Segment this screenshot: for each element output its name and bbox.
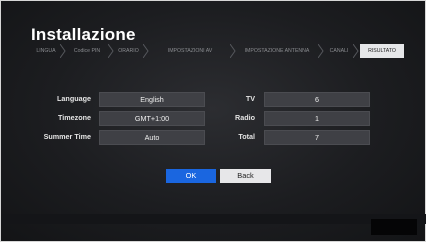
ok-button[interactable]: OK bbox=[166, 169, 216, 183]
step-separator-icon bbox=[353, 44, 359, 58]
tv-count: 6 bbox=[264, 92, 370, 107]
summer-time-value: Auto bbox=[99, 130, 205, 145]
step-orario: ORARIO bbox=[118, 48, 139, 54]
radio-label: Radio bbox=[235, 113, 255, 122]
step-lingua: LINGUA bbox=[36, 48, 56, 54]
total-count: 7 bbox=[264, 130, 370, 145]
timezone-label: Timezone bbox=[57, 113, 91, 122]
radio-count: 1 bbox=[264, 111, 370, 126]
summer-time-label: Summer Time bbox=[43, 132, 91, 141]
step-separator-icon bbox=[318, 44, 324, 58]
step-canali: CANALI bbox=[329, 48, 349, 54]
bottom-panel bbox=[371, 219, 417, 235]
page-title: Installazione bbox=[31, 25, 136, 44]
wizard-steps: LINGUA Codice PIN ORARIO IMPOSTAZIONI AV… bbox=[33, 44, 405, 58]
bottom-bar bbox=[2, 214, 426, 224]
step-codice-pin: Codice PIN bbox=[73, 48, 101, 54]
step-separator-icon bbox=[60, 44, 66, 58]
step-impostazione-antenna: IMPOSTAZIONE ANTENNA bbox=[244, 48, 310, 54]
language-label: Language bbox=[57, 94, 91, 103]
timezone-value: GMT+1:00 bbox=[99, 111, 205, 126]
total-label: Total bbox=[238, 132, 255, 141]
back-button[interactable]: Back bbox=[220, 169, 271, 183]
step-impostazioni-av: IMPOSTAZIONI AV bbox=[167, 48, 213, 54]
step-risultato: RISULTATO bbox=[360, 44, 404, 58]
installation-screen: Installazione LINGUA Codice PIN ORARIO I… bbox=[0, 0, 426, 242]
step-separator-icon bbox=[143, 44, 149, 58]
tv-label: TV bbox=[245, 94, 255, 103]
language-value: English bbox=[99, 92, 205, 107]
step-separator-icon bbox=[230, 44, 236, 58]
step-separator-icon bbox=[108, 44, 114, 58]
